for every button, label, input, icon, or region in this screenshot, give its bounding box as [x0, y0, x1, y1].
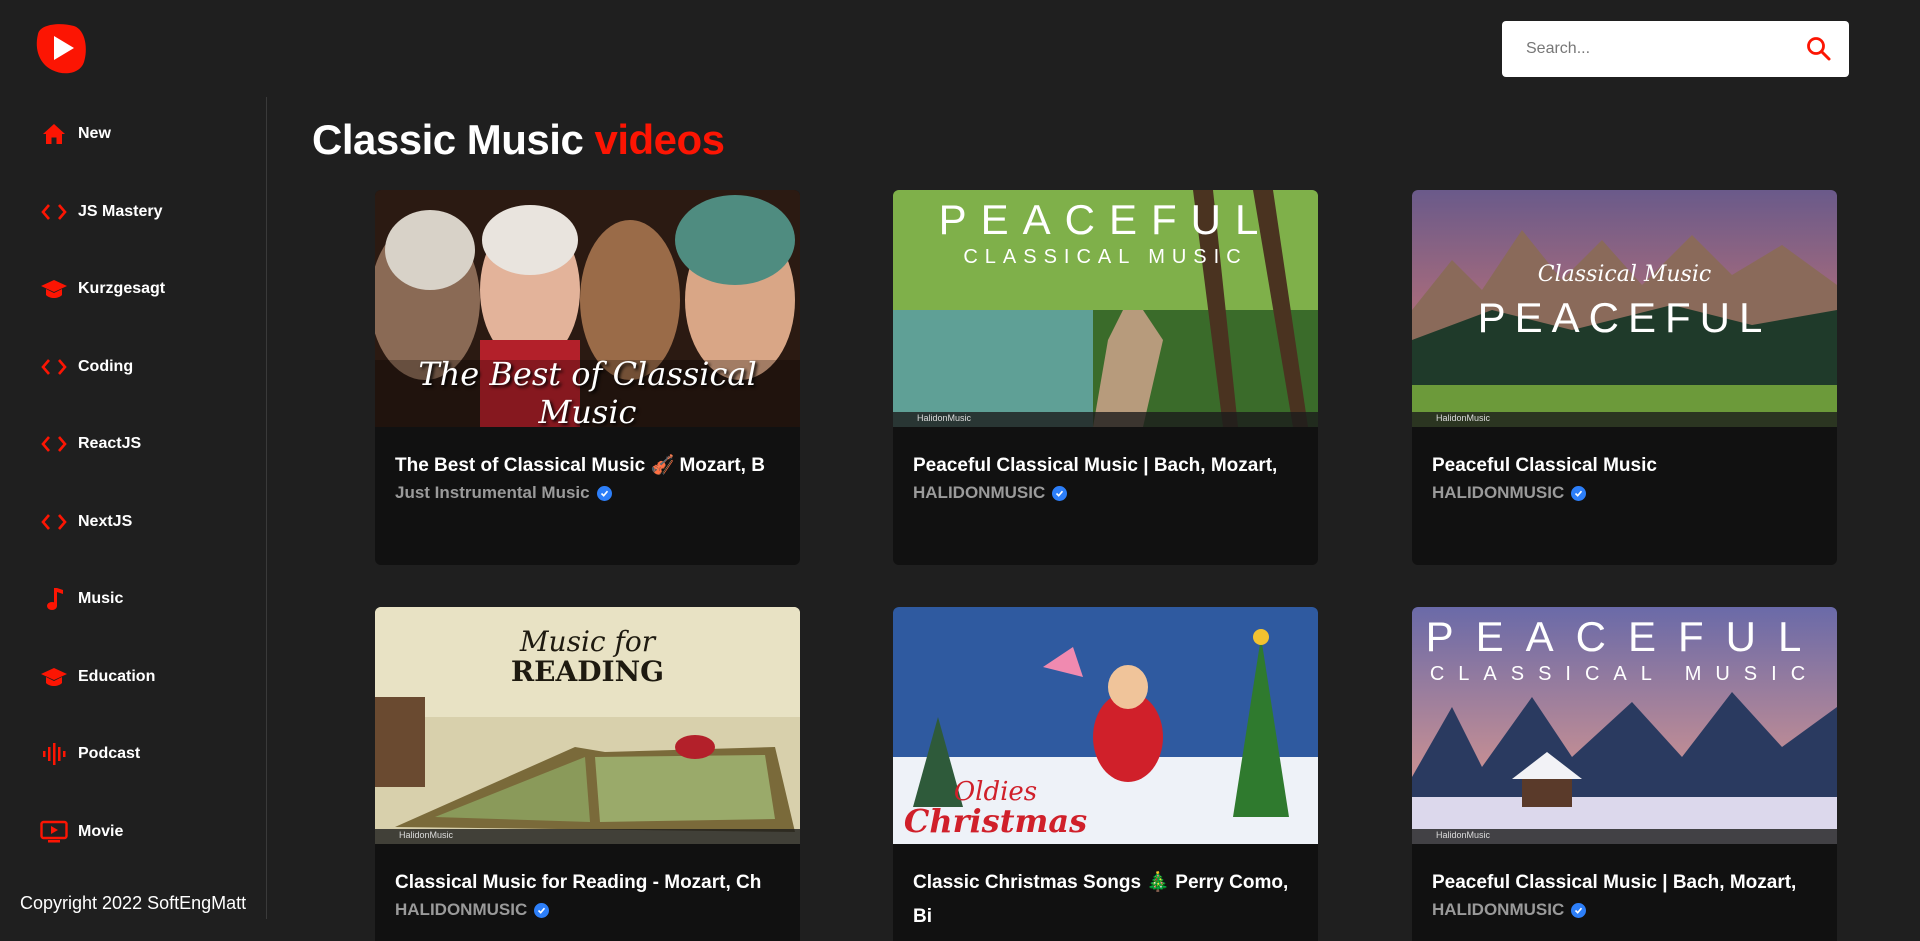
sidebar-item-label: Coding: [78, 358, 134, 375]
video-thumbnail[interactable]: Music for READING HalidonMusic: [375, 607, 800, 844]
graduation-cap-icon: [40, 663, 68, 691]
video-thumbnail[interactable]: Classical Music PEACEFUL HalidonMusic: [1412, 190, 1837, 427]
sidebar-item-js-mastery[interactable]: JS Mastery: [40, 192, 250, 232]
search-bar: [1502, 21, 1849, 77]
thumbnail-subcaption: Music for: [519, 625, 656, 658]
video-title[interactable]: Peaceful Classical Music | Bach, Mozart,: [1432, 866, 1817, 900]
video-card[interactable]: Music for READING HalidonMusic Classical…: [375, 607, 800, 941]
sidebar: New JS Mastery Kurzgesagt Coding ReactJS: [0, 97, 267, 919]
video-thumbnail[interactable]: Oldies Christmas: [893, 607, 1318, 844]
video-title[interactable]: The Best of Classical Music 🎻 Mozart, B: [395, 449, 780, 483]
sidebar-item-label: Podcast: [78, 745, 141, 762]
video-card[interactable]: PEACEFUL CLASSICAL MUSIC HalidonMusic Pe…: [893, 190, 1318, 565]
sidebar-item-label: Movie: [78, 823, 124, 840]
channel-label: Just Instrumental Music: [395, 483, 590, 502]
audio-wave-icon: [40, 740, 68, 768]
sidebar-item-label: NextJS: [78, 513, 133, 530]
video-card[interactable]: PEACEFUL CLASSICAL MUSIC HalidonMusic Pe…: [1412, 607, 1837, 941]
video-thumbnail[interactable]: PEACEFUL CLASSICAL MUSIC HalidonMusic: [1412, 607, 1837, 844]
tv-icon: [40, 818, 68, 846]
thumbnail-watermark: HalidonMusic: [399, 830, 454, 840]
code-icon: [40, 353, 68, 381]
video-title[interactable]: Peaceful Classical Music: [1432, 449, 1817, 483]
search-icon[interactable]: [1805, 35, 1833, 63]
video-title[interactable]: Classical Music for Reading - Mozart, Ch: [395, 866, 780, 900]
thumbnail-watermark: HalidonMusic: [917, 413, 972, 423]
sidebar-item-education[interactable]: Education: [40, 657, 250, 697]
graduation-cap-icon: [40, 275, 68, 303]
video-thumbnail[interactable]: PEACEFUL CLASSICAL MUSIC HalidonMusic: [893, 190, 1318, 427]
sidebar-item-reactjs[interactable]: ReactJS: [40, 424, 250, 464]
verified-check-icon: [534, 902, 550, 918]
music-note-icon: [40, 585, 68, 613]
page-title: Classic Music videos: [312, 116, 725, 164]
card-body: Classic Christmas Songs 🎄 Perry Como, Bi: [893, 844, 1318, 934]
verified-check-icon: [596, 485, 612, 501]
sidebar-item-label: New: [78, 125, 111, 142]
channel-label: HALIDONMUSIC: [1432, 900, 1565, 919]
thumbnail-watermark: HalidonMusic: [1436, 413, 1491, 423]
home-icon: [40, 120, 68, 148]
sidebar-item-label: ReactJS: [78, 435, 142, 452]
video-thumbnail[interactable]: The Best of Classical Music: [375, 190, 800, 427]
channel-label: HALIDONMUSIC: [1432, 483, 1565, 502]
verified-check-icon: [1052, 485, 1068, 501]
sidebar-item-nextjs[interactable]: NextJS: [40, 502, 250, 542]
sidebar-item-label: Music: [78, 590, 124, 607]
sidebar-item-label: JS Mastery: [78, 203, 163, 220]
sidebar-item-label: Kurzgesagt: [78, 280, 166, 297]
sidebar-item-movie[interactable]: Movie: [40, 812, 250, 852]
play-logo-icon[interactable]: [30, 20, 90, 76]
sidebar-item-kurzgesagt[interactable]: Kurzgesagt: [40, 269, 250, 309]
verified-check-icon: [1571, 485, 1587, 501]
card-body: Peaceful Classical Music | Bach, Mozart,…: [893, 427, 1318, 503]
card-body: Peaceful Classical Music HALIDONMUSIC: [1412, 427, 1837, 503]
sidebar-item-music[interactable]: Music: [40, 579, 250, 619]
channel-label: HALIDONMUSIC: [913, 483, 1046, 502]
channel-label: HALIDONMUSIC: [395, 900, 528, 919]
thumbnail-caption: PEACEFUL: [1425, 613, 1824, 660]
thumbnail-subcaption: CLASSICAL MUSIC: [963, 246, 1248, 268]
channel-name[interactable]: Just Instrumental Music: [395, 483, 780, 503]
thumbnail-caption: PEACEFUL: [938, 196, 1273, 243]
thumbnail-caption: The Best of Classical Music: [418, 355, 757, 427]
video-title[interactable]: Classic Christmas Songs 🎄 Perry Como, Bi: [913, 866, 1298, 934]
sidebar-item-coding[interactable]: Coding: [40, 347, 250, 387]
thumbnail-subcaption: CLASSICAL MUSIC: [1429, 663, 1820, 685]
page-title-accent: videos: [594, 116, 725, 163]
card-body: Classical Music for Reading - Mozart, Ch…: [375, 844, 800, 920]
thumbnail-caption: PEACEFUL: [1477, 294, 1772, 341]
thumbnail-caption: Christmas: [903, 802, 1088, 840]
sidebar-item-label: Education: [78, 668, 156, 685]
channel-name[interactable]: HALIDONMUSIC: [1432, 900, 1817, 920]
channel-name[interactable]: HALIDONMUSIC: [395, 900, 780, 920]
video-title[interactable]: Peaceful Classical Music | Bach, Mozart,: [913, 449, 1298, 483]
code-icon: [40, 508, 68, 536]
search-input[interactable]: [1524, 28, 1798, 70]
video-card[interactable]: The Best of Classical Music The Best of …: [375, 190, 800, 565]
sidebar-item-podcast[interactable]: Podcast: [40, 734, 250, 774]
thumbnail-watermark: HalidonMusic: [1436, 830, 1491, 840]
verified-check-icon: [1571, 902, 1587, 918]
card-body: Peaceful Classical Music | Bach, Mozart,…: [1412, 844, 1837, 920]
video-card[interactable]: Classical Music PEACEFUL HalidonMusic Pe…: [1412, 190, 1837, 565]
thumbnail-subcaption: Classical Music: [1537, 262, 1712, 287]
code-icon: [40, 198, 68, 226]
app: New JS Mastery Kurzgesagt Coding ReactJS: [0, 0, 1920, 941]
channel-name[interactable]: HALIDONMUSIC: [913, 483, 1298, 503]
page-title-prefix: Classic Music: [312, 116, 584, 163]
card-body: The Best of Classical Music 🎻 Mozart, B …: [375, 427, 800, 503]
copyright-text: Copyright 2022 SoftEngMatt: [20, 893, 247, 913]
sidebar-item-new[interactable]: New: [40, 114, 250, 154]
thumbnail-caption: READING: [510, 655, 665, 688]
channel-name[interactable]: HALIDONMUSIC: [1432, 483, 1817, 503]
code-icon: [40, 430, 68, 458]
video-card[interactable]: Oldies Christmas Classic Christmas Songs…: [893, 607, 1318, 941]
